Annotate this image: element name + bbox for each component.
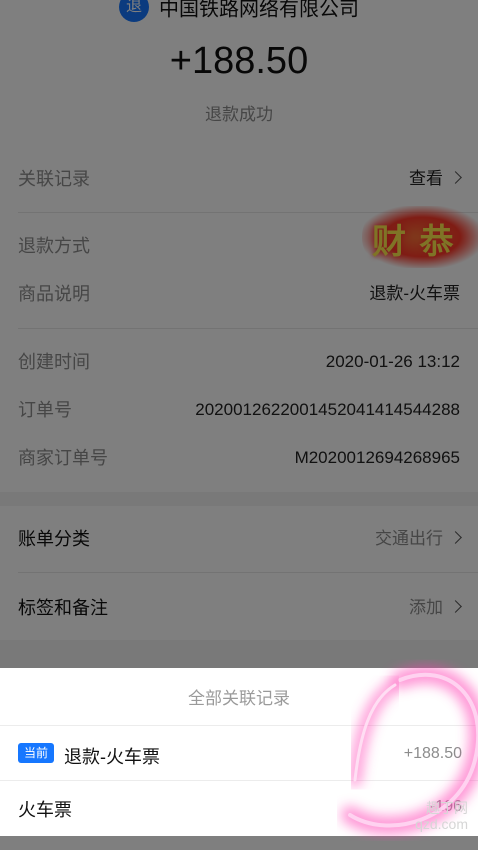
current-badge: 当前 xyxy=(18,743,54,763)
divider xyxy=(0,725,478,726)
sheet-row-amount: +188.50 xyxy=(403,745,462,762)
modal-overlay[interactable] xyxy=(0,0,478,668)
sheet-row-label[interactable]: 退款-火车票 xyxy=(64,743,160,769)
sheet-title: 全部关联记录 xyxy=(188,689,290,708)
sheet-row-label[interactable]: 火车票 xyxy=(18,796,72,822)
watermark-line2: qzd.com xyxy=(415,816,468,832)
divider xyxy=(0,780,478,781)
watermark-line1: 趣丁网 xyxy=(426,800,468,816)
site-watermark: 趣丁网 qzd.com xyxy=(415,800,468,832)
